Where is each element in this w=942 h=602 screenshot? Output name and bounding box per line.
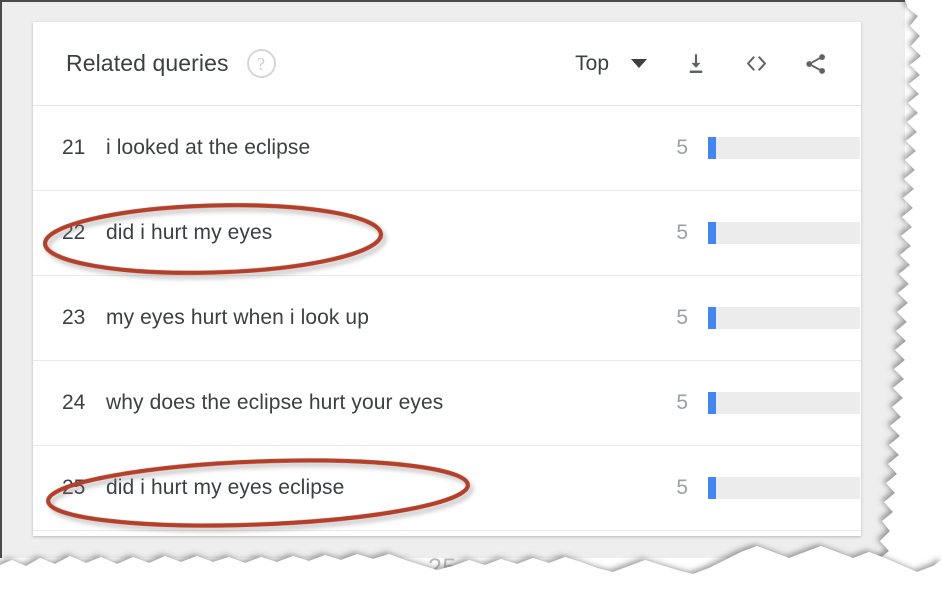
sort-dropdown-label[interactable]: Top	[575, 52, 609, 76]
row-bar-track	[708, 307, 860, 329]
row-value: 5	[676, 476, 688, 499]
row-value: 5	[676, 391, 688, 414]
related-queries-card: Related queries ? Top 21 i looked at the…	[33, 22, 861, 536]
table-row[interactable]: 23 my eyes hurt when i look up 5	[33, 276, 861, 361]
related-queries-list: 21 i looked at the eclipse 5 22 did i hu…	[33, 106, 861, 531]
row-bar-fill	[708, 392, 716, 414]
torn-paper-screenshot: Related queries ? Top 21 i looked at the…	[0, 0, 942, 602]
table-row[interactable]: 21 i looked at the eclipse 5	[33, 106, 861, 191]
table-row[interactable]: 24 why does the eclipse hurt your eyes 5	[33, 361, 861, 446]
row-bar-fill	[708, 307, 716, 329]
row-bar-track	[708, 222, 860, 244]
table-row[interactable]: 22 did i hurt my eyes 5	[33, 191, 861, 276]
chevron-down-icon[interactable]	[631, 59, 647, 68]
row-query-label[interactable]: why does the eclipse hurt your eyes	[106, 391, 650, 415]
row-bar-track	[708, 477, 860, 499]
embed-code-icon[interactable]	[739, 47, 773, 81]
share-icon[interactable]	[799, 47, 833, 81]
row-query-label[interactable]: did i hurt my eyes eclipse	[106, 476, 650, 500]
row-query-label[interactable]: did i hurt my eyes	[106, 221, 650, 245]
row-query-label[interactable]: my eyes hurt when i look up	[106, 306, 650, 330]
row-query-label[interactable]: i looked at the eclipse	[106, 136, 650, 160]
card-header: Related queries ? Top	[33, 22, 861, 106]
row-rank: 24	[62, 391, 86, 414]
help-circle-icon[interactable]: ?	[246, 49, 276, 78]
row-value: 5	[676, 136, 688, 159]
row-bar-fill	[708, 222, 716, 244]
row-bar-fill	[708, 477, 716, 499]
row-rank: 25	[62, 476, 86, 499]
row-bar-track	[708, 137, 860, 159]
row-rank: 22	[62, 221, 86, 244]
page-number: 25	[428, 554, 457, 582]
row-value: 5	[676, 221, 688, 244]
page-title: Related queries	[66, 50, 229, 76]
row-rank: 23	[62, 306, 86, 329]
download-icon[interactable]	[679, 47, 713, 81]
row-rank: 21	[62, 136, 86, 159]
row-bar-fill	[708, 137, 716, 159]
table-row[interactable]: 25 did i hurt my eyes eclipse 5	[33, 446, 861, 531]
row-value: 5	[676, 306, 688, 329]
row-bar-track	[708, 392, 860, 414]
